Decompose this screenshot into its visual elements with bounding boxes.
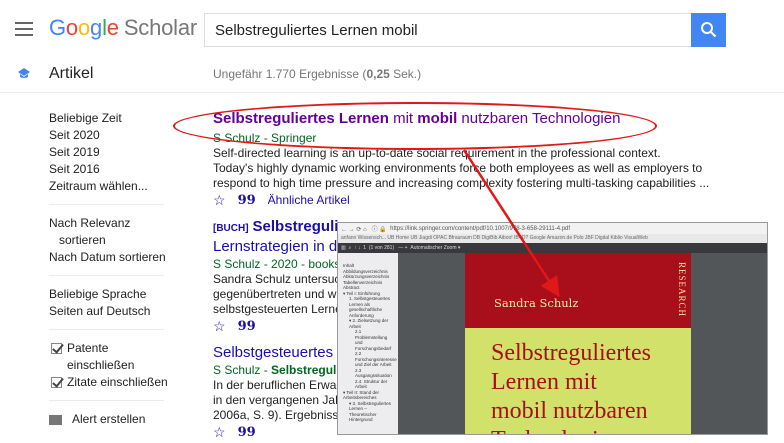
cite-quote-icon[interactable]: 99 [238,425,256,440]
result-count-time: 0,25 [366,67,390,81]
result-count: Ungefähr 1.770 Ergebnisse (0,25 Sek.) [213,67,421,81]
browser-url-bar: ← → ⟳ ⌂ ⓘ 🔒 https://link.springer.com/co… [338,223,767,234]
include-patents-label: Patente [67,341,109,355]
logo-letter: o [65,15,78,40]
cover-author: Sandra Schulz [494,296,579,310]
sort-by-date[interactable]: Nach Datum sortieren [49,249,179,266]
pdf-toolbar: ▥ ⌕ ↑ ↓ 1 (1 von 281) — + Automatischer … [338,243,767,253]
pdf-outline-sidebar: Inhalt Abbildungsverzeichnis Abkürzungsver… [338,253,398,434]
sidebar-divider [49,204,164,205]
result-title-link[interactable]: Selbstreguliertes Lernen mit mobil nutzb… [213,110,733,128]
sidebar-divider [49,275,164,276]
sort-by-relevance[interactable]: Nach Relevanz [49,215,179,232]
cover-band [465,253,691,328]
result-count-suffix: Sek.) [389,67,422,81]
logo-scholar-text: Scholar [123,15,198,40]
save-star-icon[interactable]: ☆ [213,319,226,334]
search-result: Selbstreguliertes Lernen mit mobil nutzb… [213,110,733,208]
tab-articles[interactable]: Artikel [49,65,93,83]
save-star-icon[interactable]: ☆ [213,425,226,440]
pdf-outline-item[interactable]: ▾ 2. Zielsetzung der [343,318,395,324]
cover-series: RESEARCH [677,262,687,318]
cite-quote-icon[interactable]: 99 [238,319,256,334]
checkbox-checked-icon [51,377,62,388]
title-match: mobil [417,110,458,127]
pdf-zoom: Automatischer Zoom [410,245,457,251]
cover-title: Selbstreguliertes Lernen mit mobil nutzb… [491,339,651,434]
sort-by-relevance-line2[interactable]: sortieren [49,232,179,249]
book-tag: [BUCH] [213,223,249,234]
filter-custom-range[interactable]: Zeitraum wählen... [49,178,179,195]
result-actions: ☆ 99 Ähnliche Artikel [213,193,733,209]
include-citations-checkbox[interactable]: Zitate einschließen [49,374,179,391]
browser-bookmarks-bar: anfann Wissensch... UB Home UB Jiagdi OP… [338,234,767,243]
title-text: nutzbaren Technologien [457,110,621,127]
snippet-line: Self-directed learning is an up-to-date … [213,146,661,160]
authors-match: Selbstreguli [271,363,340,377]
result-authors: S Schulz - Springer [213,131,317,145]
include-patents-label-line2: einschließen [67,358,135,372]
authors-text: S Schulz - [213,363,272,377]
sidebar-divider [49,329,164,330]
snippet-line: Today's highly dynamic working environme… [213,161,703,175]
sidebar-divider [49,400,164,401]
pdf-outline-item[interactable]: 1. Selbstgesteuertes [343,296,395,302]
include-patents-checkbox[interactable]: Patente einschließen [49,340,179,374]
logo-letter: g [90,15,103,40]
cover-title-line: Technologien [491,426,651,434]
cite-quote-icon[interactable]: 99 [238,193,256,208]
filter-since-2019[interactable]: Seit 2019 [49,144,179,161]
filter-german-pages[interactable]: Seiten auf Deutsch [49,303,179,320]
envelope-icon [49,414,62,425]
logo-letter: e [106,15,119,40]
header-divider [0,92,784,93]
pdf-outline-item[interactable]: Abkürzungsverzeichnis [343,274,395,280]
articles-icon [18,68,30,78]
logo-letter: G [49,15,66,40]
cover-title-line: mobil nutzbaren [491,398,648,424]
filter-any-language[interactable]: Beliebige Sprache [49,286,179,303]
include-citations-label: Zitate einschließen [67,375,168,389]
pdf-url: https://link.springer.com/content/pdf/10… [390,225,571,232]
search-icon [701,22,717,38]
book-cover: Sandra Schulz RESEARCH Selbstreguliertes… [465,253,691,434]
snippet-line: respond to high time pressure and increa… [213,176,710,190]
result-count-prefix: Ungefähr 1.770 Ergebnisse ( [213,67,367,81]
hamburger-menu-icon[interactable] [15,22,33,36]
related-articles-link[interactable]: Ähnliche Artikel [268,193,350,208]
google-scholar-logo[interactable]: Google Scholar [49,15,197,41]
header: Google Scholar [0,0,784,60]
create-alert-link[interactable]: Alert erstellen [49,411,179,428]
title-text: mit [388,110,418,127]
filter-since-2020[interactable]: Seit 2020 [49,127,179,144]
checkbox-checked-icon [51,343,62,354]
cover-title-line: Lernen mit [491,369,597,395]
logo-letter: o [77,15,91,40]
pdf-viewer-screenshot: ← → ⟳ ⌂ ⓘ 🔒 https://link.springer.com/co… [337,222,768,435]
result-snippet: Self-directed learning is an up-to-date … [213,146,733,191]
search-button[interactable] [691,13,726,47]
pdf-outline-item[interactable]: Hintergrund [343,417,395,423]
save-star-icon[interactable]: ☆ [213,193,226,208]
pdf-page-info: (1 von 281) [368,245,395,251]
title-match: Selbstreguli [252,218,339,235]
create-alert-label: Alert erstellen [72,412,146,426]
title-match: Selbstreguliertes Lernen [213,110,389,127]
cover-title-line: Selbstreguliertes [491,340,651,366]
filter-since-2016[interactable]: Seit 2016 [49,161,179,178]
search-input[interactable] [204,13,692,47]
filter-any-time[interactable]: Beliebige Zeit [49,110,179,127]
filter-sidebar: Beliebige Zeit Seit 2020 Seit 2019 Seit … [49,110,179,428]
